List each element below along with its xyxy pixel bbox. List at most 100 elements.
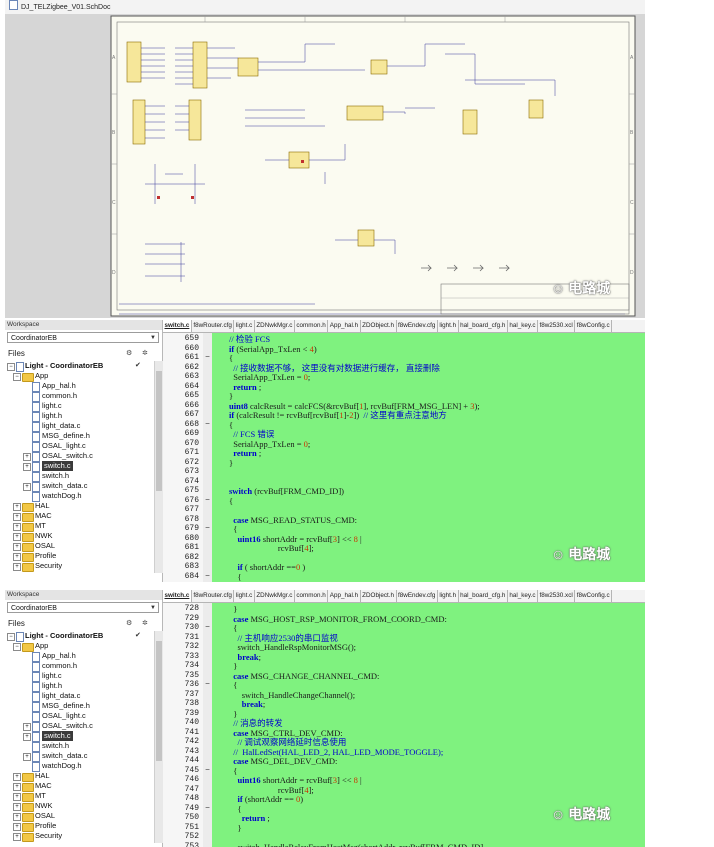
tree-folder[interactable]: − App xyxy=(5,641,153,652)
settings-icon[interactable]: ⚙ xyxy=(126,618,132,630)
expand-toggle[interactable]: + xyxy=(13,832,21,841)
collapse-toggle[interactable]: − xyxy=(13,372,21,381)
schematic-title-bar[interactable]: DJ_TELZigbee_V01.SchDoc xyxy=(5,0,645,15)
tree-file[interactable]: switch.h xyxy=(5,471,153,482)
expand-toggle[interactable]: + xyxy=(13,812,21,821)
fold-toggle[interactable]: − xyxy=(204,353,211,363)
tree-file[interactable]: light.h xyxy=(5,681,153,692)
editor-tab[interactable]: switch.c xyxy=(163,320,192,332)
tree-file[interactable]: + switch.c xyxy=(5,731,153,742)
tree-file[interactable]: + OSAL_switch.c xyxy=(5,721,153,732)
tree-folder[interactable]: + Profile xyxy=(5,821,153,832)
workspace-scrollbar[interactable] xyxy=(154,631,163,843)
tree-file[interactable]: watchDog.h xyxy=(5,761,153,772)
expand-toggle[interactable]: + xyxy=(13,512,21,521)
tree-folder[interactable]: + Security xyxy=(5,561,153,572)
tree-file[interactable]: light.c xyxy=(5,401,153,412)
editor-tab[interactable]: f8w2530.xcl xyxy=(538,590,576,602)
tree-folder[interactable]: + NWK xyxy=(5,531,153,542)
fold-toggle[interactable]: − xyxy=(204,766,211,776)
expand-toggle[interactable]: + xyxy=(13,792,21,801)
expand-toggle[interactable]: + xyxy=(23,752,31,761)
collapse-toggle[interactable]: − xyxy=(7,362,15,371)
editor-tab[interactable]: f8wEndev.cfg xyxy=(397,320,438,332)
expand-toggle[interactable]: + xyxy=(13,502,21,511)
tree-folder[interactable]: + MT xyxy=(5,791,153,802)
expand-toggle[interactable]: + xyxy=(23,482,31,491)
collapse-toggle[interactable]: − xyxy=(13,642,21,651)
expand-toggle[interactable]: + xyxy=(13,822,21,831)
tree-file[interactable]: + switch_data.c xyxy=(5,751,153,762)
tree-file[interactable]: App_hal.h xyxy=(5,651,153,662)
tree-folder[interactable]: − App xyxy=(5,371,153,382)
tree-folder[interactable]: + MAC xyxy=(5,781,153,792)
project-node[interactable]: − Light - CoordinatorEB ✔ xyxy=(5,361,153,372)
tree-file[interactable]: watchDog.h xyxy=(5,491,153,502)
editor-tab[interactable]: f8wRouter.cfg xyxy=(192,320,235,332)
expand-toggle[interactable]: + xyxy=(13,562,21,571)
tree-file[interactable]: + OSAL_switch.c xyxy=(5,451,153,462)
tree-file[interactable]: common.h xyxy=(5,661,153,672)
editor-tab[interactable]: switch.c xyxy=(163,590,192,602)
expand-toggle[interactable]: + xyxy=(23,722,31,731)
tree-file[interactable]: light.h xyxy=(5,411,153,422)
tree-folder[interactable]: + MT xyxy=(5,521,153,532)
configuration-select[interactable]: CoordinatorEB ▼ xyxy=(7,332,159,343)
fold-toggle[interactable]: − xyxy=(204,572,211,582)
scrollbar-thumb[interactable] xyxy=(156,641,162,761)
editor-tab[interactable]: f8wConfig.c xyxy=(575,590,613,602)
editor-tab[interactable]: ZDNwkMgr.c xyxy=(255,320,295,332)
tree-file[interactable]: switch.h xyxy=(5,741,153,752)
fold-toggle[interactable]: − xyxy=(204,496,211,506)
tree-file[interactable]: + switch.c xyxy=(5,461,153,472)
editor-tab[interactable]: f8wConfig.c xyxy=(575,320,613,332)
editor-tab[interactable]: hal_key.c xyxy=(508,590,538,602)
bug-icon[interactable]: ✲ xyxy=(142,348,148,360)
expand-toggle[interactable]: + xyxy=(23,462,31,471)
tree-file[interactable]: App_hal.h xyxy=(5,381,153,392)
settings-icon[interactable]: ⚙ xyxy=(126,348,132,360)
editor-tab[interactable]: App_hal.h xyxy=(328,590,361,602)
tree-folder[interactable]: + HAL xyxy=(5,501,153,512)
tree-file[interactable]: + switch_data.c xyxy=(5,481,153,492)
fold-toggle[interactable]: − xyxy=(204,680,211,690)
editor-tab[interactable]: common.h xyxy=(295,590,329,602)
tree-file[interactable]: MSG_define.h xyxy=(5,701,153,712)
expand-toggle[interactable]: + xyxy=(13,542,21,551)
tree-file[interactable]: light.c xyxy=(5,671,153,682)
editor-tab[interactable]: hal_key.c xyxy=(508,320,538,332)
editor-tab[interactable]: hal_board_cfg.h xyxy=(459,590,508,602)
tree-folder[interactable]: + MAC xyxy=(5,511,153,522)
tree-folder[interactable]: + Security xyxy=(5,831,153,842)
tree-file[interactable]: OSAL_light.c xyxy=(5,711,153,722)
expand-toggle[interactable]: + xyxy=(13,552,21,561)
collapse-toggle[interactable]: − xyxy=(7,632,15,641)
fold-toggle[interactable]: − xyxy=(204,623,211,633)
expand-toggle[interactable]: + xyxy=(23,732,31,741)
editor-tab[interactable]: light.c xyxy=(234,320,255,332)
tree-folder[interactable]: + Profile xyxy=(5,551,153,562)
configuration-select[interactable]: CoordinatorEB ▼ xyxy=(7,602,159,613)
tree-file[interactable]: light_data.c xyxy=(5,691,153,702)
editor-tab[interactable]: hal_board_cfg.h xyxy=(459,320,508,332)
fold-toggle[interactable]: − xyxy=(204,420,211,430)
tree-file[interactable]: common.h xyxy=(5,391,153,402)
editor-tab[interactable]: f8wRouter.cfg xyxy=(192,590,235,602)
project-node[interactable]: − Light - CoordinatorEB ✔ xyxy=(5,631,153,642)
schematic-canvas[interactable]: A B C D A B C D xyxy=(5,14,645,318)
scrollbar-thumb[interactable] xyxy=(156,371,162,491)
tree-folder[interactable]: + NWK xyxy=(5,801,153,812)
expand-toggle[interactable]: + xyxy=(23,452,31,461)
tree-file[interactable]: OSAL_light.c xyxy=(5,441,153,452)
editor-tab[interactable]: App_hal.h xyxy=(328,320,361,332)
expand-toggle[interactable]: + xyxy=(13,772,21,781)
tree-file[interactable]: MSG_define.h xyxy=(5,431,153,442)
tree-file[interactable]: light_data.c xyxy=(5,421,153,432)
editor-tab[interactable]: light.h xyxy=(438,320,459,332)
editor-tab[interactable]: ZDObject.h xyxy=(361,320,397,332)
editor-tab[interactable]: f8w2530.xcl xyxy=(538,320,576,332)
editor-tab[interactable]: ZDNwkMgr.c xyxy=(255,590,295,602)
expand-toggle[interactable]: + xyxy=(13,522,21,531)
editor-tab[interactable]: light.c xyxy=(234,590,255,602)
tree-folder[interactable]: + OSAL xyxy=(5,541,153,552)
